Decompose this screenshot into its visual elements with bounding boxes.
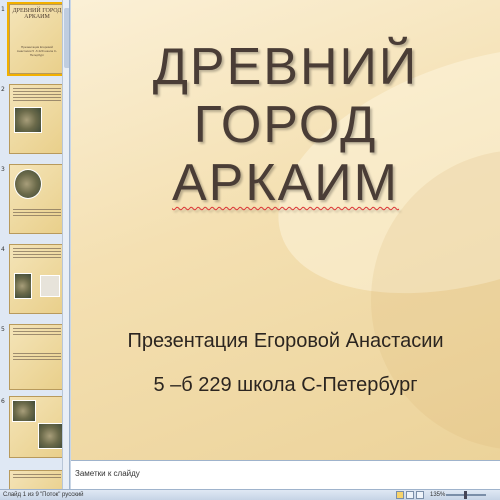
thumbnail-number: 2 <box>1 86 5 93</box>
normal-view-button[interactable] <box>396 491 404 499</box>
slide-thumbnail-4[interactable] <box>9 244 65 314</box>
thumbnail-text-lines <box>13 88 61 103</box>
thumbnail-number: 1 <box>1 6 5 13</box>
slide-thumbnail-7[interactable] <box>9 470 65 489</box>
thumbnail-image <box>40 275 60 297</box>
slide-counter: Слайд 1 из 9 <box>3 492 39 498</box>
thumbnail-number: 6 <box>1 398 5 405</box>
thumbnail-image <box>14 169 42 199</box>
slide-thumbnails-pane[interactable]: 1 ДРЕВНИЙ ГОРОД АРКАИМ Презентация Егоро… <box>0 0 70 489</box>
thumbnail-text-lines <box>13 248 61 260</box>
slide-thumbnail-1[interactable]: ДРЕВНИЙ ГОРОД АРКАИМ Презентация Егорово… <box>7 2 67 76</box>
subtitle-line-1[interactable]: Презентация Егоровой Анастасии <box>71 330 500 353</box>
thumbnail-text-lines <box>13 474 61 480</box>
notes-placeholder[interactable]: Заметки к слайду <box>75 469 140 478</box>
title-line-1: ДРЕВНИЙ ГОРОД <box>152 38 419 154</box>
thumbnail-number: 5 <box>1 326 5 333</box>
slide-canvas[interactable]: ДРЕВНИЙ ГОРОД АРКАИМ Презентация Егорово… <box>71 0 500 460</box>
slide-thumbnail-5[interactable] <box>9 324 65 390</box>
slideshow-button[interactable] <box>416 491 424 499</box>
zoom-slider-knob[interactable] <box>464 491 467 499</box>
thumbnail-text-lines <box>13 353 61 362</box>
thumbnail-image <box>12 400 36 422</box>
slide-thumbnail-6[interactable] <box>9 396 65 458</box>
slide-thumbnail-3[interactable] <box>9 164 65 234</box>
thumbnail-text-lines <box>13 209 61 218</box>
language-indicator[interactable]: русский <box>62 492 84 498</box>
thumbnail-subtitle: Презентация Егоровой Анастасии 5 -б 229 … <box>16 45 58 57</box>
status-bar: Слайд 1 из 9 "Поток" русский 135% <box>0 489 500 500</box>
slide-thumbnail-2[interactable] <box>9 84 65 154</box>
thumbnail-number: 4 <box>1 246 5 253</box>
slide-title[interactable]: ДРЕВНИЙ ГОРОД АРКАИМ <box>71 38 500 212</box>
notes-pane[interactable]: Заметки к слайду <box>71 460 500 489</box>
subtitle-line-2[interactable]: 5 –б 229 школа С-Петербург <box>71 374 500 397</box>
thumbnails-scrollbar[interactable] <box>62 0 69 489</box>
thumbnail-number: 3 <box>1 166 5 173</box>
thumbnail-text-lines <box>13 328 61 337</box>
thumbnail-title: ДРЕВНИЙ ГОРОД АРКАИМ <box>12 8 62 20</box>
thumbnail-image <box>14 273 32 299</box>
slide-sorter-button[interactable] <box>406 491 414 499</box>
title-line-2: АРКАИМ <box>171 154 400 212</box>
thumbnail-image <box>14 107 42 133</box>
scrollbar-thumb[interactable] <box>64 8 69 68</box>
thumbnail-image <box>38 423 64 449</box>
zoom-level: 135% <box>430 492 446 498</box>
theme-name: "Поток" <box>40 492 61 498</box>
